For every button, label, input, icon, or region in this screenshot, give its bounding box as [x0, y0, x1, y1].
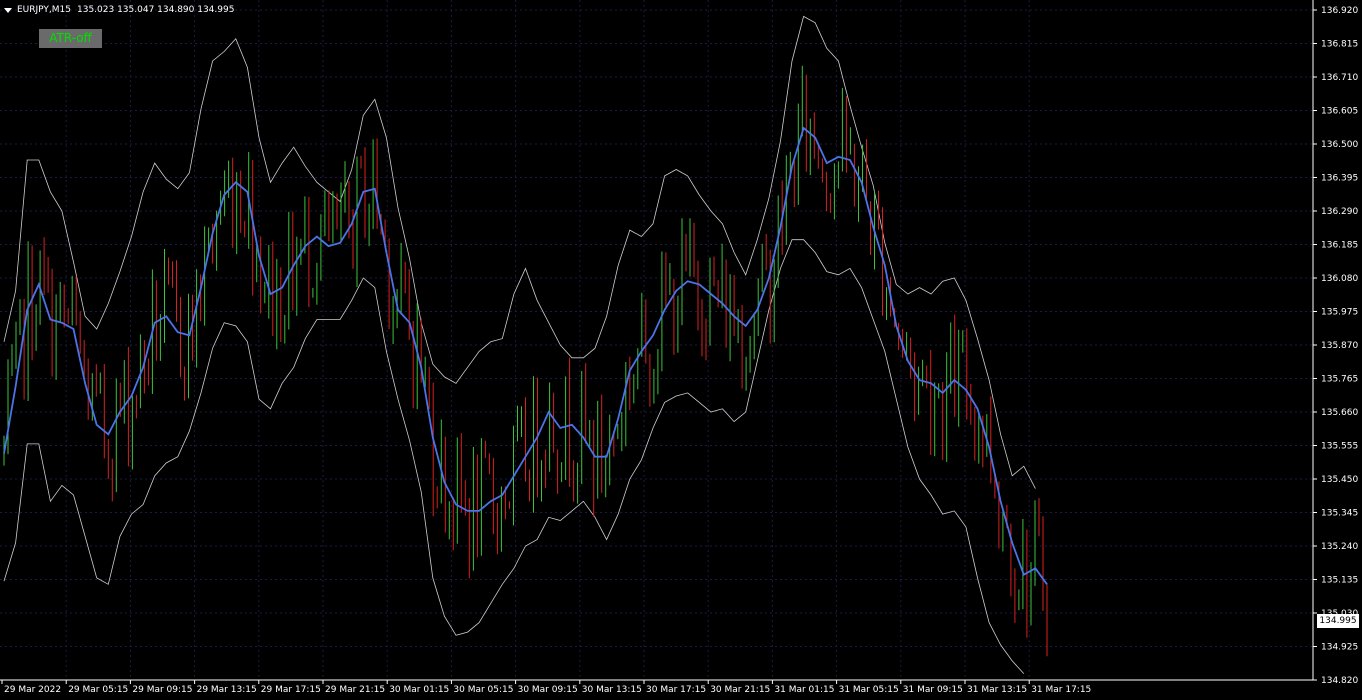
x-tick-label: 31 Mar 09:15 — [903, 685, 963, 695]
ohlc-values: 135.023 135.047 134.890 134.995 — [77, 5, 235, 15]
last-price-label: 134.995 — [1317, 614, 1359, 628]
y-tick-label: 135.240 — [1321, 542, 1358, 552]
x-tick-label: 31 Mar 17:15 — [1031, 685, 1091, 695]
y-tick-label: 135.660 — [1321, 408, 1358, 418]
y-tick-label: 136.185 — [1321, 241, 1358, 251]
x-tick-label: 29 Mar 09:15 — [132, 685, 192, 695]
y-tick-label: 135.450 — [1321, 475, 1358, 485]
symbol-header[interactable]: EURJPY,M15 135.023 135.047 134.890 134.9… — [4, 3, 234, 17]
y-tick-label: 135.555 — [1321, 442, 1358, 452]
y-tick-label: 135.135 — [1321, 576, 1358, 586]
y-tick-label: 136.080 — [1321, 274, 1358, 284]
x-tick-label: 29 Mar 05:15 — [68, 685, 128, 695]
price-bars — [3, 65, 1048, 657]
caret-down-icon[interactable] — [4, 7, 12, 13]
x-tick-label: 29 Mar 13:15 — [197, 685, 257, 695]
x-tick-label: 30 Mar 01:15 — [389, 685, 449, 695]
symbol-label: EURJPY,M15 — [17, 5, 71, 15]
y-tick-label: 136.815 — [1321, 40, 1358, 50]
y-tick-label: 135.345 — [1321, 509, 1358, 519]
x-tick-label: 29 Mar 21:15 — [325, 685, 385, 695]
x-tick-label: 30 Mar 09:15 — [518, 685, 578, 695]
price-chart[interactable]: 136.920 136.815 136.710 136.605 136.500 136.3… — [0, 0, 1362, 700]
x-tick-label: 31 Mar 01:15 — [774, 685, 834, 695]
axes: 136.920 136.815 136.710 136.605 136.500 136.3… — [0, 0, 1358, 695]
chart-window[interactable]: 136.920 136.815 136.710 136.605 136.500 136.3… — [0, 0, 1362, 700]
y-tick-label: 136.710 — [1321, 73, 1358, 83]
x-tick-label: 31 Mar 13:15 — [967, 685, 1027, 695]
y-tick-label: 136.500 — [1321, 140, 1358, 150]
x-tick-label: 29 Mar 17:15 — [261, 685, 321, 695]
x-tick-label: 30 Mar 05:15 — [453, 685, 513, 695]
y-tick-label: 136.605 — [1321, 107, 1358, 117]
x-tick-label: 30 Mar 21:15 — [710, 685, 770, 695]
atr-toggle-button[interactable]: ATR-off — [39, 29, 102, 48]
x-tick-label: 30 Mar 17:15 — [646, 685, 706, 695]
y-tick-label: 135.975 — [1321, 308, 1358, 318]
x-tick-label: 31 Mar 05:15 — [839, 685, 899, 695]
x-tick-label: 29 Mar 2022 — [4, 685, 61, 695]
y-tick-label: 136.920 — [1321, 6, 1358, 16]
y-tick-label: 134.925 — [1321, 643, 1358, 653]
y-tick-label: 136.290 — [1321, 207, 1358, 217]
x-tick-label: 30 Mar 13:15 — [582, 685, 642, 695]
y-tick-label: 135.870 — [1321, 341, 1358, 351]
y-tick-label: 135.765 — [1321, 375, 1358, 385]
y-tick-label: 134.820 — [1321, 676, 1358, 686]
y-tick-label: 136.395 — [1321, 174, 1358, 184]
